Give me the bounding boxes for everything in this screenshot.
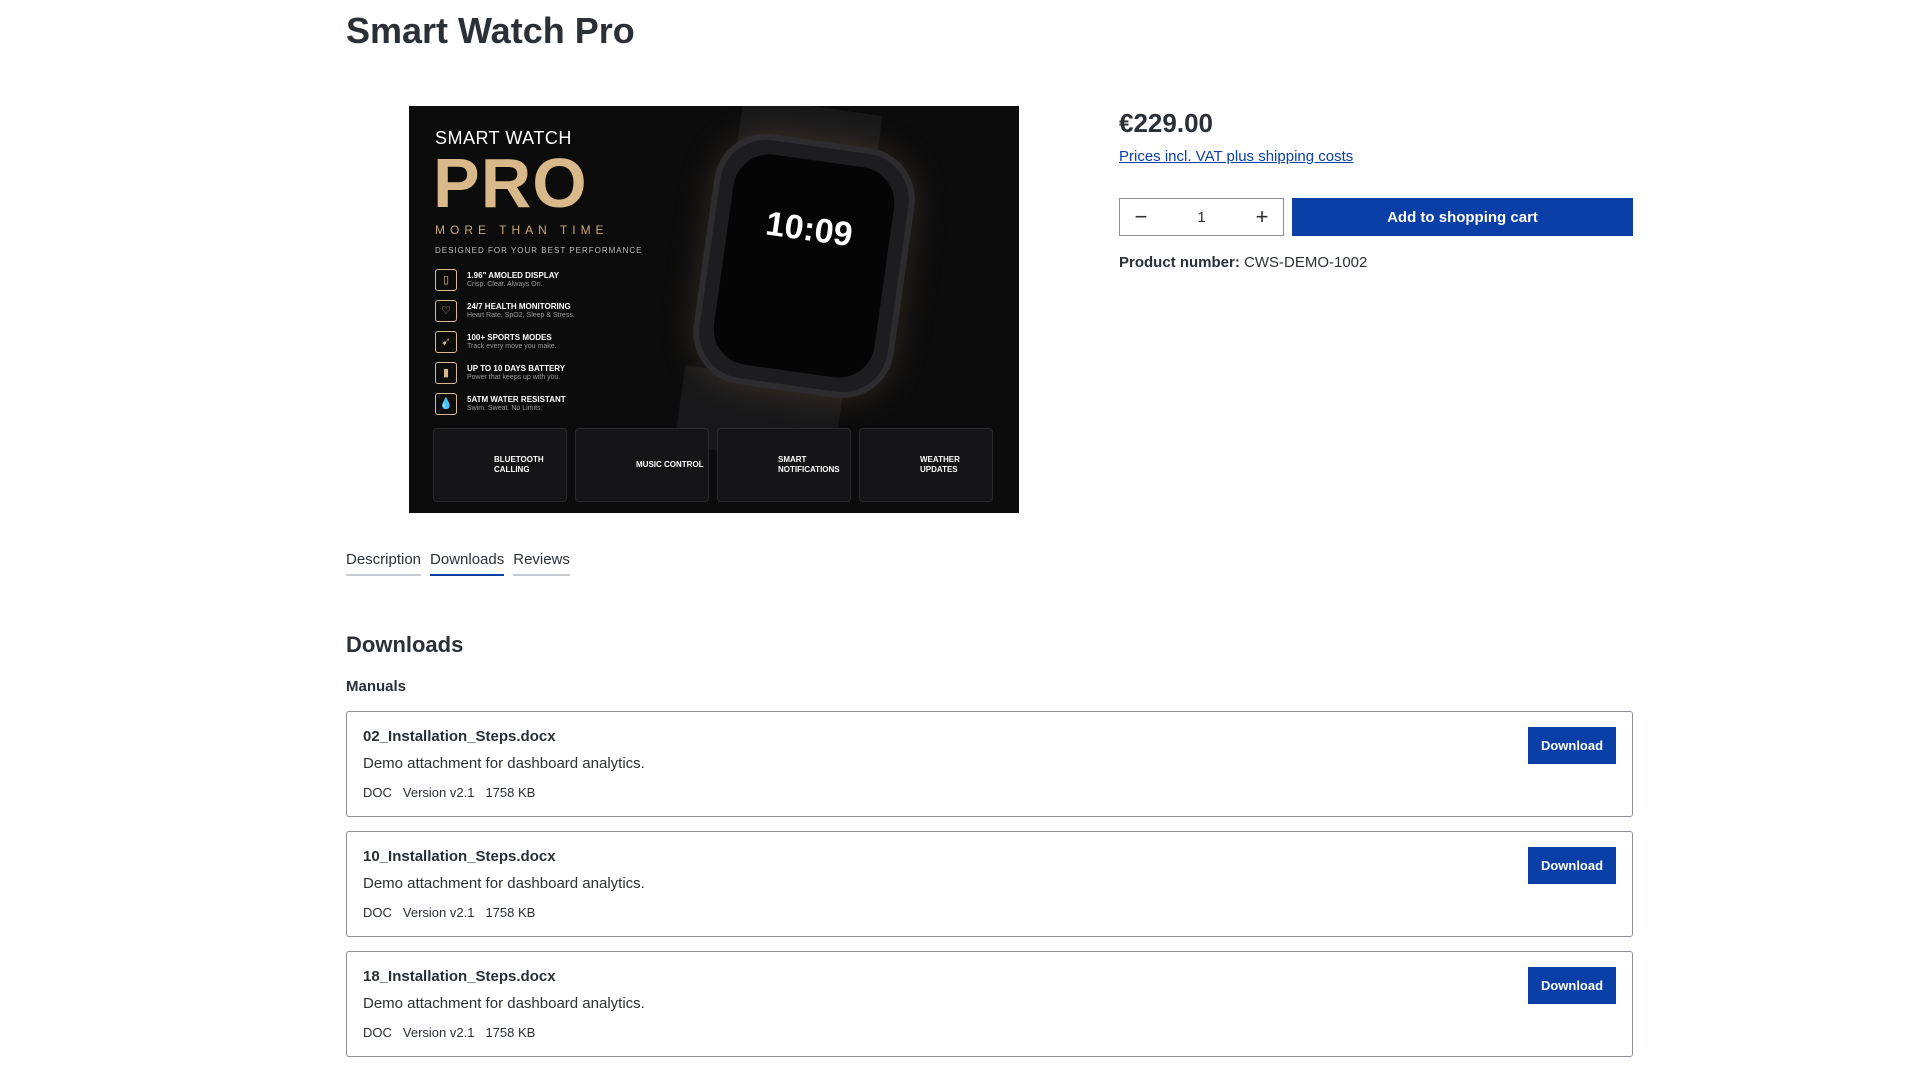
download-file-name: 02_Installation_Steps.docx — [363, 728, 556, 745]
download-version: Version v2.1 — [402, 785, 475, 800]
quantity-stepper: − + — [1119, 198, 1284, 236]
image-tile: BLUETOOTH CALLING — [433, 428, 567, 502]
download-button[interactable]: Download — [1528, 727, 1616, 764]
download-item: 18_Installation_Steps.docx Demo attachme… — [346, 951, 1633, 1057]
image-feature: ▮ UP TO 10 DAYS BATTERY Power that keeps … — [435, 357, 655, 388]
download-file-name: 18_Installation_Steps.docx — [363, 968, 556, 985]
water-drop-icon: 💧 — [435, 392, 457, 415]
download-meta: DOC Version v2.1 1758 KB — [363, 1025, 535, 1040]
battery-icon: ▮ — [435, 361, 457, 384]
image-feature-list: ▯ 1.96" AMOLED DISPLAY Crisp. Clear. Alwa… — [435, 264, 655, 419]
download-button[interactable]: Download — [1528, 847, 1616, 884]
minus-icon[interactable]: − — [1120, 199, 1162, 235]
download-meta: DOC Version v2.1 1758 KB — [363, 905, 535, 920]
download-size: 1758 KB — [485, 905, 536, 920]
product-page: Smart Watch Pro SMART WATCH PRO MORE THA… — [0, 0, 1920, 1080]
runner-icon: ➹ — [435, 330, 457, 353]
image-feature: ♡ 24/7 HEALTH MONITORING Heart Rate, SpO2… — [435, 295, 655, 326]
image-feature: ▯ 1.96" AMOLED DISPLAY Crisp. Clear. Alwa… — [435, 264, 655, 295]
download-size: 1758 KB — [485, 785, 536, 800]
download-type: DOC — [363, 1025, 392, 1040]
image-tile: MUSIC CONTROL — [575, 428, 709, 502]
tab-description[interactable]: Description — [346, 551, 422, 576]
download-file-name: 10_Installation_Steps.docx — [363, 848, 556, 865]
heart-icon: ♡ — [435, 299, 457, 322]
product-tabs: Description Downloads Reviews — [346, 551, 570, 576]
image-designed-text: DESIGNED FOR YOUR BEST PERFORMANCE — [435, 246, 643, 255]
download-version: Version v2.1 — [402, 1025, 475, 1040]
download-item: 10_Installation_Steps.docx Demo attachme… — [346, 831, 1633, 937]
add-to-cart-button[interactable]: Add to shopping cart — [1292, 198, 1633, 236]
download-description: Demo attachment for dashboard analytics. — [363, 875, 645, 892]
download-description: Demo attachment for dashboard analytics. — [363, 995, 645, 1012]
download-item: 02_Installation_Steps.docx Demo attachme… — [346, 711, 1633, 817]
manuals-heading: Manuals — [346, 678, 407, 695]
display-icon: ▯ — [435, 268, 457, 291]
watch-face: 10:09 — [709, 149, 899, 383]
download-version: Version v2.1 — [402, 905, 475, 920]
plus-icon[interactable]: + — [1241, 199, 1283, 235]
product-price: €229.00 — [1119, 108, 1213, 138]
page-title: Smart Watch Pro — [346, 10, 635, 51]
watch-time: 10:09 — [763, 204, 855, 255]
watch-graphic: 10:09 — [693, 133, 915, 399]
product-image[interactable]: SMART WATCH PRO MORE THAN TIME DESIGNED … — [409, 106, 1019, 513]
product-number-value: CWS-DEMO-1002 — [1244, 254, 1368, 271]
product-number: Product number: CWS-DEMO-1002 — [1119, 254, 1367, 271]
image-feature: 💧 5ATM WATER RESISTANT Swim. Sweat. No Li… — [435, 388, 655, 419]
download-button[interactable]: Download — [1528, 967, 1616, 1004]
download-size: 1758 KB — [485, 1025, 536, 1040]
vat-shipping-link[interactable]: Prices incl. VAT plus shipping costs — [1119, 148, 1353, 165]
image-tile: WEATHER UPDATES — [859, 428, 993, 502]
image-feature: ➹ 100+ SPORTS MODES Track every move you … — [435, 326, 655, 357]
downloads-heading: Downloads — [346, 632, 464, 657]
image-feature-tiles: BLUETOOTH CALLING MUSIC CONTROL SMART NO… — [433, 428, 993, 502]
download-type: DOC — [363, 785, 392, 800]
download-description: Demo attachment for dashboard analytics. — [363, 755, 645, 772]
image-tagline: MORE THAN TIME — [435, 223, 609, 237]
tab-reviews[interactable]: Reviews — [513, 551, 570, 576]
image-tile: SMART NOTIFICATIONS — [717, 428, 851, 502]
image-brand-big: PRO — [433, 144, 588, 222]
download-type: DOC — [363, 905, 392, 920]
tab-downloads[interactable]: Downloads — [430, 551, 505, 576]
quantity-input[interactable] — [1162, 207, 1241, 227]
product-number-label: Product number: — [1119, 254, 1240, 271]
download-meta: DOC Version v2.1 1758 KB — [363, 785, 535, 800]
downloads-list: 02_Installation_Steps.docx Demo attachme… — [346, 711, 1633, 1071]
